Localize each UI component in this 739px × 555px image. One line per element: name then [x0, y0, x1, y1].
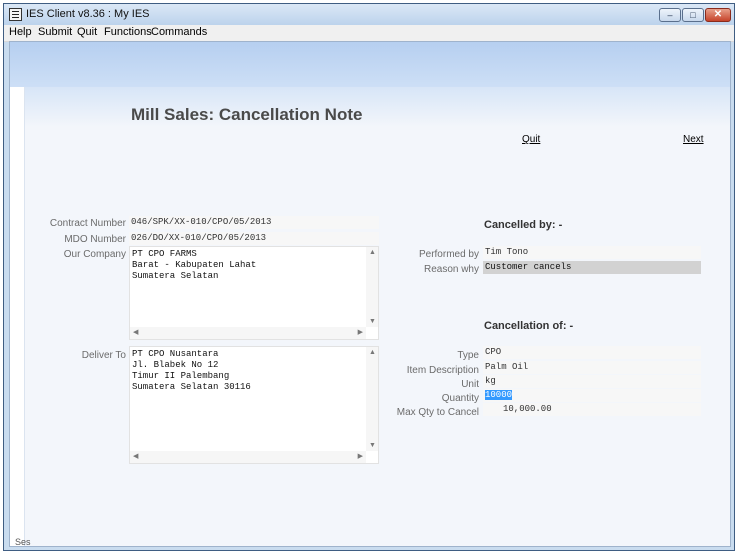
- contract-number-field[interactable]: 046/SPK/XX-010/CPO/05/2013: [129, 216, 379, 229]
- reason-why-field[interactable]: Customer cancels: [483, 261, 701, 274]
- our-company-vertical-scrollbar[interactable]: ▲ ▼: [366, 247, 378, 327]
- window-title: IES Client v8.36 : My IES: [26, 8, 150, 20]
- deliver-to-vertical-scrollbar[interactable]: ▲ ▼: [366, 347, 378, 451]
- minimize-button[interactable]: –: [659, 8, 681, 22]
- our-company-text: PT CPO FARMS Barat - Kabupaten Lahat Sum…: [132, 249, 257, 281]
- deliver-to-horizontal-scrollbar[interactable]: ◀ ▶: [130, 451, 366, 463]
- our-company-label: Our Company: [63, 249, 126, 260]
- deliver-to-label: Deliver To: [81, 350, 126, 361]
- quantity-selected-text: 10000: [485, 390, 513, 400]
- mdo-number-label: MDO Number: [64, 234, 126, 245]
- quantity-field[interactable]: 10000: [483, 389, 701, 402]
- max-qty-label: Max Qty to Cancel: [396, 407, 479, 418]
- unit-label: Unit: [461, 379, 479, 390]
- max-qty-field: 10,000.00: [483, 403, 701, 416]
- our-company-horizontal-scrollbar[interactable]: ◀ ▶: [130, 327, 366, 339]
- maximize-button[interactable]: □: [682, 8, 704, 22]
- menu-functions[interactable]: Functions: [104, 26, 152, 38]
- our-company-memo[interactable]: PT CPO FARMS Barat - Kabupaten Lahat Sum…: [129, 246, 379, 340]
- deliver-to-text: PT CPO Nusantara Jl. Blabek No 12 Timur …: [132, 349, 251, 392]
- menu-bar: Help Submit Quit Functions Commands: [4, 25, 734, 42]
- scroll-down-icon[interactable]: ▼: [369, 318, 376, 326]
- quit-link[interactable]: Quit: [522, 134, 540, 145]
- menu-help[interactable]: Help: [9, 26, 32, 38]
- contract-number-label: Contract Number: [49, 218, 126, 229]
- item-description-field[interactable]: Palm Oil: [483, 361, 701, 374]
- deliver-to-memo[interactable]: PT CPO Nusantara Jl. Blabek No 12 Timur …: [129, 346, 379, 464]
- performed-by-field[interactable]: Tim Tono: [483, 246, 701, 259]
- app-icon: [9, 8, 22, 21]
- maximize-icon: □: [690, 10, 696, 20]
- menu-commands[interactable]: Commands: [151, 26, 207, 38]
- scroll-up-icon[interactable]: ▲: [369, 349, 376, 357]
- item-description-label: Item Description: [406, 365, 479, 376]
- next-link[interactable]: Next: [683, 134, 704, 145]
- cancellation-note-page: Mill Sales: Cancellation Note Quit Next …: [24, 87, 730, 546]
- mdo-number-field[interactable]: 026/DO/XX-010/CPO/05/2013: [129, 232, 379, 245]
- scroll-left-icon[interactable]: ◀: [133, 329, 138, 337]
- title-bar[interactable]: IES Client v8.36 : My IES – □ ✕: [4, 4, 734, 25]
- scroll-down-icon[interactable]: ▼: [369, 442, 376, 450]
- scroll-up-icon[interactable]: ▲: [369, 249, 376, 257]
- reason-why-label: Reason why: [423, 264, 479, 275]
- menu-quit[interactable]: Quit: [77, 26, 97, 38]
- menu-submit[interactable]: Submit: [38, 26, 72, 38]
- scroll-right-icon[interactable]: ▶: [358, 453, 363, 461]
- scroll-left-icon[interactable]: ◀: [133, 453, 138, 461]
- client-area: Mill Sales: Cancellation Note Quit Next …: [9, 41, 731, 547]
- unit-field[interactable]: kg: [483, 375, 701, 388]
- close-button[interactable]: ✕: [705, 8, 731, 22]
- page-title: Mill Sales: Cancellation Note: [131, 105, 363, 124]
- quantity-label: Quantity: [441, 393, 479, 404]
- performed-by-label: Performed by: [418, 249, 479, 260]
- cancelled-by-heading: Cancelled by: -: [484, 219, 563, 231]
- app-window: IES Client v8.36 : My IES – □ ✕ Help Sub…: [3, 3, 735, 551]
- scroll-right-icon[interactable]: ▶: [358, 329, 363, 337]
- minimize-icon: –: [667, 10, 673, 20]
- cancellation-of-heading: Cancellation of: -: [484, 320, 574, 332]
- close-icon: ✕: [713, 9, 723, 20]
- type-field[interactable]: CPO: [483, 346, 701, 359]
- type-label: Type: [457, 350, 479, 361]
- header-banner: [10, 42, 730, 87]
- session-label: Ses: [15, 537, 31, 547]
